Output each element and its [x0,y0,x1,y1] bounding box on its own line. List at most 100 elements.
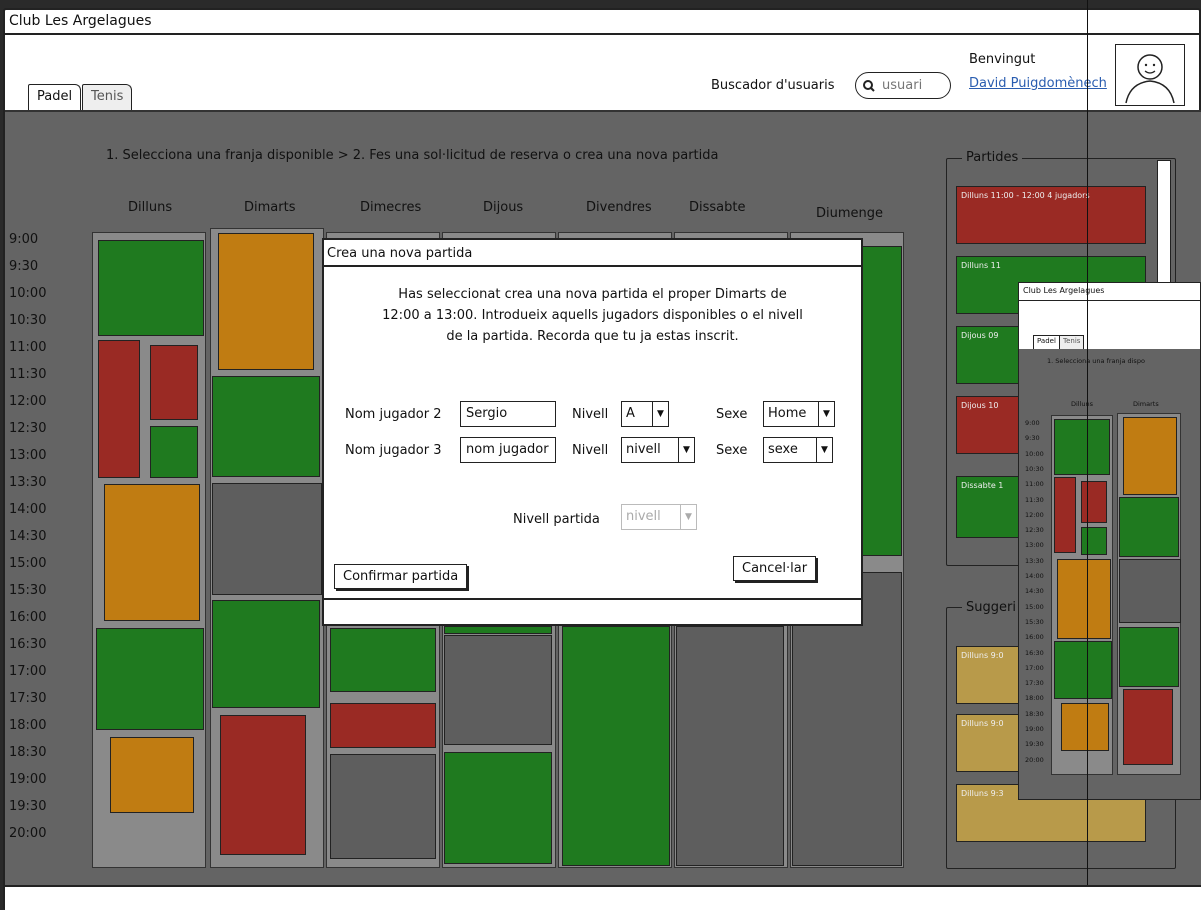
time-slot[interactable] [444,626,552,634]
day-header: Divendres [586,200,652,215]
thumbnail-slot [1081,481,1107,523]
thumbnail-slot [1054,641,1112,699]
thumbnail-time-label: 11:30 [1025,495,1044,504]
time-slot[interactable] [330,703,436,748]
player2-level-select[interactable]: A ▼ [621,401,669,427]
time-slot[interactable] [330,628,436,692]
thumbnail-time-label: 14:00 [1025,572,1044,580]
thumbnail-slot [1119,627,1179,687]
screen-thumbnail: Club Les Argelagues Padel Tenis 1. Selec… [1018,282,1201,800]
time-label: 11:30 [9,367,47,382]
thumbnail-time-label: 18:00 [1025,694,1044,703]
dialog-message: Has seleccionat crea una nova partida el… [382,287,803,344]
thumbnail-steps: 1. Selecciona una franja dispo [1047,357,1145,365]
app-title: Club Les Argelagues [9,13,152,29]
player2-sex-select[interactable]: Home ▼ [763,401,835,427]
player2-name-field[interactable]: Sergio [460,401,556,427]
day-header: Dimecres [360,200,422,215]
thumbnail-day-header: Dimarts [1133,400,1159,408]
match-level-select[interactable]: nivell ▼ [621,504,697,530]
time-slot[interactable] [96,628,204,730]
day-header: Dijous [483,200,524,215]
titlebar-divider [5,33,1201,35]
time-slot[interactable] [218,233,314,370]
time-slot[interactable] [862,246,902,556]
time-label: 17:00 [9,664,47,679]
time-slot[interactable] [150,426,198,478]
player3-sex-label: Sexe [716,443,748,458]
time-slot[interactable] [212,483,322,595]
time-label: 19:00 [9,772,47,787]
time-label: 14:30 [9,529,47,544]
thumbnail-title: Club Les Argelagues [1023,286,1105,295]
cancel-button[interactable]: Cancel·lar [733,556,817,581]
thumbnail-slot [1119,497,1179,557]
thumbnail-slot [1057,559,1111,639]
tab-padel[interactable]: Padel [28,84,82,111]
partides-legend: Partides [962,150,1023,165]
time-label: 16:30 [9,637,47,652]
time-slot[interactable] [104,484,200,621]
search-input[interactable] [880,77,942,94]
partida-card[interactable]: Dilluns 11:00 - 12:00 4 jugadors [956,186,1146,244]
player2-level-label: Nivell [572,407,609,422]
thumbnail-tab-tenis: Tenis [1059,335,1085,349]
time-slot[interactable] [98,340,140,478]
thumbnail-time-label: 13:00 [1025,541,1044,550]
dropdown-arrow-icon: ▼ [678,438,694,462]
time-slot[interactable] [676,626,784,866]
time-slot[interactable] [562,626,670,866]
time-label: 12:30 [9,421,47,436]
player3-level-select[interactable]: nivell ▼ [621,437,695,463]
time-slot[interactable] [212,600,320,708]
thumbnail-time-label: 19:30 [1025,740,1044,749]
time-slot[interactable] [444,635,552,745]
time-slot[interactable] [150,345,198,420]
time-label: 10:30 [9,313,47,328]
select-value: A [626,406,635,421]
day-header: Dimarts [244,200,296,215]
time-label: 9:00 [9,232,39,247]
time-label: 16:00 [9,610,47,625]
thumbnail-slot [1054,419,1110,475]
thumbnail-day-header: Dilluns [1071,400,1094,408]
thumbnail-time-label: 10:30 [1025,464,1044,473]
time-slot[interactable] [98,240,204,336]
tab-tenis[interactable]: Tenis [82,84,133,111]
thumbnail-tab-padel: Padel [1033,335,1060,349]
day-header: Dilluns [128,200,173,215]
time-label: 15:30 [9,583,47,598]
time-label: 13:30 [9,475,47,490]
time-label: 18:30 [9,745,47,760]
time-slot[interactable] [330,754,436,859]
time-label: 9:30 [9,259,39,274]
thumbnail-time-label: 20:00 [1025,755,1044,764]
thumbnail-time-label: 15:30 [1025,617,1044,626]
player3-sex-select[interactable]: sexe ▼ [763,437,833,463]
thumbnail-time-label: 12:00 [1025,510,1044,519]
thumbnail-time-label: 15:00 [1025,602,1044,611]
time-label: 20:00 [9,826,47,841]
avatar[interactable] [1115,44,1185,106]
time-label: 10:00 [9,286,47,301]
select-value: nivell [626,509,661,524]
dialog-title-divider [324,265,861,267]
thumbnail-slot [1123,689,1173,765]
day-header: Dissabte [689,200,746,215]
time-slot[interactable] [110,737,194,813]
thumbnail-slot [1123,417,1177,495]
player3-name-field[interactable]: nom jugador [460,437,556,463]
thumbnail-time-label: 19:00 [1025,725,1044,733]
day-header: Diumenge [816,206,884,221]
time-slot[interactable] [220,715,306,855]
thumbnail-time-label: 16:00 [1025,633,1044,642]
time-slot[interactable] [212,376,320,477]
user-search-field[interactable] [855,72,951,99]
time-label: 12:00 [9,394,47,409]
time-slot[interactable] [444,752,552,864]
dialog-footer-divider [324,598,861,600]
footer-bar [5,885,1201,910]
thumbnail-time-label: 10:00 [1025,449,1044,458]
confirm-match-button[interactable]: Confirmar partida [334,564,468,589]
thumbnail-slot [1081,527,1107,555]
